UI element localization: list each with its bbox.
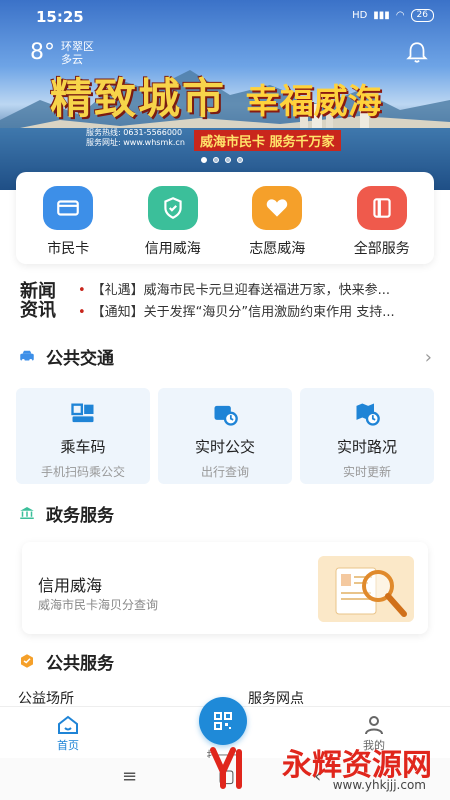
signal-icon: ▮▮▮ (373, 10, 390, 21)
section-public-services: 公共服务 (0, 646, 450, 676)
weather-temp: 8° (30, 40, 55, 65)
tab-home[interactable]: 首页 (56, 713, 80, 753)
app-root: { "status": { "time": "15:25", "network"… (0, 0, 450, 800)
tile-bus-code[interactable]: 乘车码 手机扫码乘公交 (16, 388, 150, 484)
menu-icon[interactable]: ≡ (122, 766, 137, 787)
quick-item-label: 市民卡 (47, 241, 90, 257)
section-public-transport[interactable]: 公共交通 › (0, 341, 450, 371)
news-ticker: 新闻资讯 • 【礼遇】威海市民卡元旦迎春送福进万家，快来参... • 【通知】关于发… (0, 278, 450, 326)
news-item[interactable]: • 【礼遇】威海市民卡元旦迎春送福进万家，快来参... (78, 280, 428, 302)
service-outlets[interactable]: 服务网点 (248, 688, 304, 708)
carousel-indicator[interactable] (201, 157, 243, 163)
slogan-primary: 精致城市 (50, 74, 227, 123)
document-magnifier-icon (318, 556, 414, 622)
status-bar: 15:25 HD ▮▮▮ ◠ 26 (0, 0, 450, 30)
watermark-url: www.yhkjjj.com (332, 778, 426, 792)
hotline-website: 服务网址: www.whsmk.cn (86, 138, 185, 147)
tile-subtitle: 手机扫码乘公交 (40, 465, 125, 479)
carousel-dot[interactable] (213, 157, 219, 163)
carousel-dot[interactable] (201, 157, 207, 163)
service-public-venues[interactable]: 公益场所 (18, 688, 74, 708)
quick-item-volunteer-weihai[interactable]: 志愿威海 (225, 172, 330, 264)
bus-code-icon (71, 403, 94, 423)
section-gov-services: 政务服务 (0, 498, 450, 528)
tile-subtitle: 出行查询 (200, 465, 249, 479)
quick-item-label: 全部服务 (353, 241, 410, 257)
watermark-logo (210, 747, 242, 789)
qr-code-icon (214, 712, 232, 730)
quick-item-all-services[interactable]: 全部服务 (330, 172, 435, 264)
news-item-text: 【礼遇】威海市民卡元旦迎春送福进万家，快来参... (91, 283, 391, 298)
chevron-right-icon[interactable]: › (425, 347, 432, 368)
hero-banner[interactable]: 15:25 HD ▮▮▮ ◠ 26 8° 环翠区 多云 精致城市 幸福威海 服务… (0, 0, 450, 190)
tile-title: 实时公交 (194, 438, 255, 456)
weather-district: 环翠区 (61, 40, 94, 53)
status-time: 15:25 (36, 8, 84, 26)
shield-check-icon (147, 186, 198, 230)
slogan-secondary: 幸福威海 (245, 82, 382, 122)
tile-realtime-bus[interactable]: 实时公交 出行查询 (158, 388, 292, 484)
hotline-phone: 服务热线: 0631-5566000 (86, 128, 183, 137)
tile-realtime-traffic[interactable]: 实时路况 实时更新 (300, 388, 434, 484)
news-item[interactable]: • 【通知】关于发挥“海贝分”信用激励约束作用 支持... (78, 302, 428, 324)
news-list: • 【礼遇】威海市民卡元旦迎春送福进万家，快来参... • 【通知】关于发挥“海贝分… (78, 280, 428, 324)
banner-slogan: 精致城市 幸福威海 (50, 65, 382, 126)
weather-widget[interactable]: 8° 环翠区 多云 (30, 40, 94, 66)
tile-title: 实时路况 (336, 438, 397, 456)
heart-icon (252, 186, 303, 230)
card-credit-weihai[interactable]: 信用威海 威海市民卡海贝分查询 (22, 542, 428, 634)
section-title: 公共服务 (46, 653, 114, 674)
card-icon (43, 186, 94, 230)
news-item-text: 【通知】关于发挥“海贝分”信用激励约束作用 支持... (91, 305, 395, 320)
quick-item-credit-weihai[interactable]: 信用威海 (121, 172, 226, 264)
battery-icon: 26 (410, 9, 434, 22)
carousel-dot[interactable] (225, 157, 231, 163)
map-clock-icon (356, 403, 380, 426)
government-building-icon (20, 507, 34, 519)
hexagon-icon (21, 654, 33, 668)
bullet-icon: • (78, 283, 86, 298)
quick-services: 市民卡 信用威海 志愿威海 全部服务 (16, 172, 434, 264)
banner-tagline: 威海市民卡 服务千万家 (194, 130, 341, 151)
bus-clock-icon (214, 405, 238, 426)
section-title: 公共交通 (46, 348, 114, 369)
network-label: HD (352, 10, 368, 21)
card-title: 信用威海 (38, 576, 103, 595)
home-icon (58, 715, 78, 734)
user-icon (365, 716, 383, 735)
wifi-icon: ◠ (395, 10, 405, 21)
quick-item-citizen-card[interactable]: 市民卡 (16, 172, 121, 264)
quick-item-label: 信用威海 (144, 241, 201, 257)
news-title: 新闻资讯 (20, 281, 56, 321)
card-subtitle: 威海市民卡海贝分查询 (38, 598, 159, 612)
car-icon (20, 350, 34, 362)
bell-icon[interactable] (404, 40, 430, 66)
scan-button[interactable] (199, 697, 247, 745)
section-title: 政务服务 (46, 505, 114, 526)
transport-tiles: 乘车码 手机扫码乘公交 实时公交 出行查询 实时路况 实时更新 (16, 388, 434, 484)
tab-label: 首页 (57, 739, 79, 752)
bullet-icon: • (78, 305, 86, 320)
tile-title: 乘车码 (60, 438, 106, 456)
carousel-dot[interactable] (237, 157, 243, 163)
quick-item-label: 志愿威海 (249, 241, 306, 257)
status-icons: HD ▮▮▮ ◠ 26 (352, 9, 434, 22)
banner-hotline: 服务热线: 0631-5566000 服务网址: www.whsmk.cn (86, 128, 185, 148)
tile-subtitle: 实时更新 (342, 465, 391, 479)
book-icon (356, 186, 407, 230)
